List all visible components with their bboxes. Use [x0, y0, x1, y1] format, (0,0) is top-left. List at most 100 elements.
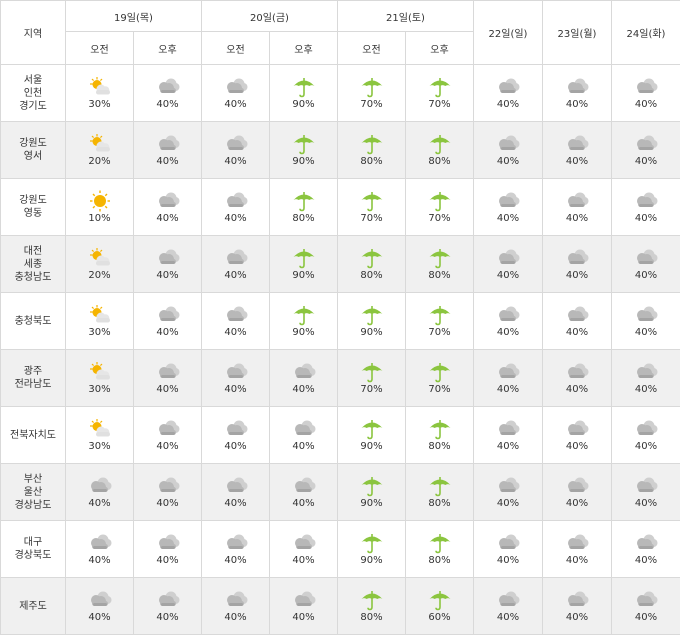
cloudy-icon: [66, 532, 133, 554]
cloudy-icon: [202, 361, 269, 383]
cloudy-icon: [543, 304, 611, 326]
forecast-cell: 40%: [201, 520, 270, 578]
forecast-cell: 40%: [133, 463, 202, 521]
forecast-cell: 90%: [269, 292, 338, 350]
forecast-cell: 40%: [473, 520, 543, 578]
precip-chance: 40%: [224, 270, 247, 281]
umbrella-icon: [338, 190, 405, 212]
cloudy-icon: [66, 589, 133, 611]
cloudy-icon: [202, 76, 269, 98]
region-name-line: 영서: [23, 151, 43, 162]
day-header: 21일(토): [337, 0, 474, 32]
forecast-cell: 70%: [337, 349, 406, 407]
header-row-days: 지역 19일(목) 20일(금) 21일(토) 22일(일) 23일(월) 24…: [0, 0, 680, 65]
table-row: 충청북도 30% 40% 40% 90% 90% 70% 40% 40% 40%: [0, 292, 680, 350]
forecast-cell: 90%: [337, 292, 406, 350]
cloudy-icon: [612, 304, 680, 326]
forecast-cell: 40%: [611, 520, 680, 578]
forecast-cell: 20%: [65, 235, 134, 293]
forecast-cell: 40%: [65, 577, 134, 635]
cloudy-icon: [612, 361, 680, 383]
precip-chance: 40%: [156, 156, 179, 167]
precip-chance: 40%: [634, 99, 658, 110]
cloudy-icon: [543, 361, 611, 383]
forecast-cell: 20%: [65, 121, 134, 179]
precip-chance: 40%: [565, 99, 589, 110]
forecast-cell: 70%: [405, 178, 474, 236]
cloudy-icon: [202, 475, 269, 497]
precip-chance: 40%: [224, 327, 247, 338]
precip-chance: 40%: [156, 612, 179, 623]
precip-chance: 70%: [360, 384, 383, 395]
forecast-cell: 10%: [65, 178, 134, 236]
forecast-cell: 40%: [133, 349, 202, 407]
forecast-cell: 40%: [269, 577, 338, 635]
precip-chance: 40%: [496, 327, 520, 338]
cloudy-icon: [134, 361, 201, 383]
precip-chance: 40%: [496, 555, 520, 566]
forecast-cell: 40%: [542, 64, 612, 122]
umbrella-icon: [270, 76, 337, 98]
umbrella-icon: [270, 247, 337, 269]
cloudy-icon: [612, 475, 680, 497]
umbrella-icon: [406, 589, 473, 611]
precip-chance: 90%: [292, 327, 315, 338]
forecast-cell: 40%: [473, 64, 543, 122]
region-name: 광주 전라남도: [0, 349, 66, 407]
day-header: 20일(금): [201, 0, 338, 32]
precip-chance: 40%: [634, 156, 658, 167]
forecast-cell: 30%: [65, 64, 134, 122]
table-row: 강원도 영동 10% 40% 40% 80% 70% 70% 40% 40% 40%: [0, 178, 680, 236]
forecast-cell: 40%: [473, 178, 543, 236]
cloudy-icon: [474, 475, 542, 497]
precip-chance: 40%: [496, 384, 520, 395]
umbrella-icon: [406, 418, 473, 440]
am-header: 오전: [201, 31, 270, 65]
precip-chance: 70%: [428, 213, 451, 224]
cloudy-icon: [543, 133, 611, 155]
pm-header: 오후: [269, 31, 338, 65]
day-header: 23일(월): [542, 0, 612, 65]
partly-sunny-icon: [66, 418, 133, 440]
forecast-cell: 80%: [337, 121, 406, 179]
forecast-cell: 40%: [473, 121, 543, 179]
precip-chance: 40%: [224, 384, 247, 395]
forecast-cell: 40%: [201, 292, 270, 350]
umbrella-icon: [406, 475, 473, 497]
precip-chance: 20%: [88, 156, 111, 167]
forecast-cell: 40%: [473, 463, 543, 521]
umbrella-icon: [338, 361, 405, 383]
precip-chance: 40%: [634, 441, 658, 452]
precip-chance: 40%: [224, 612, 247, 623]
forecast-cell: 40%: [611, 178, 680, 236]
forecast-cell: 40%: [473, 406, 543, 464]
forecast-cell: 80%: [405, 520, 474, 578]
precip-chance: 80%: [428, 270, 451, 281]
region-name-line: 전라남도: [14, 379, 52, 390]
umbrella-icon: [406, 190, 473, 212]
precip-chance: 30%: [88, 384, 111, 395]
forecast-cell: 40%: [611, 406, 680, 464]
table-row: 부산 울산 경상남도 40% 40% 40% 40% 90% 80% 40% 40% 40%: [0, 463, 680, 521]
cloudy-icon: [612, 190, 680, 212]
forecast-cell: 40%: [611, 235, 680, 293]
am-header: 오전: [65, 31, 134, 65]
precip-chance: 40%: [224, 555, 247, 566]
umbrella-icon: [406, 361, 473, 383]
precip-chance: 90%: [292, 99, 315, 110]
precip-chance: 40%: [634, 270, 658, 281]
cloudy-icon: [202, 133, 269, 155]
umbrella-icon: [338, 304, 405, 326]
umbrella-icon: [338, 532, 405, 554]
region-name-line: 강원도: [19, 138, 47, 149]
region-name: 제주도: [0, 577, 66, 635]
forecast-cell: 40%: [542, 349, 612, 407]
forecast-cell: 40%: [473, 577, 543, 635]
precip-chance: 40%: [496, 612, 520, 623]
am-header: 오전: [337, 31, 406, 65]
precip-chance: 40%: [156, 384, 179, 395]
precip-chance: 40%: [634, 498, 658, 509]
precip-chance: 40%: [565, 213, 589, 224]
precip-chance: 40%: [565, 270, 589, 281]
forecast-cell: 40%: [133, 577, 202, 635]
